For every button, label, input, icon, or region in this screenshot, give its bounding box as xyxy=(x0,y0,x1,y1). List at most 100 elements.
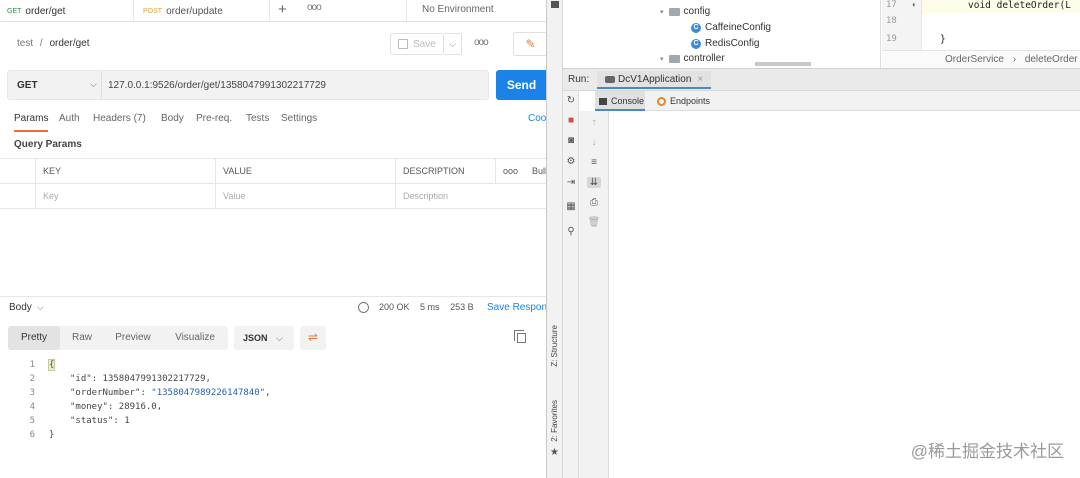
save-dropdown-button[interactable]: ⌵ xyxy=(444,33,462,55)
col-key: KEY xyxy=(35,159,215,184)
param-description-input[interactable]: Description xyxy=(395,184,546,209)
implementation-marker-icon[interactable]: ◐ xyxy=(912,0,917,9)
status-code[interactable]: 200 OK xyxy=(379,302,410,312)
print-icon[interactable]: ⎙ xyxy=(587,197,601,208)
close-icon[interactable]: × xyxy=(697,74,703,85)
tab-console-label: Console xyxy=(611,96,645,106)
tab-headers[interactable]: Headers (7) xyxy=(93,113,146,124)
code-line: "money": 28916.0, xyxy=(70,402,162,412)
tab-more-button[interactable]: ooo xyxy=(307,2,322,13)
response-divider xyxy=(0,296,546,297)
response-time[interactable]: 5 ms xyxy=(420,302,440,312)
tab-body[interactable]: Body xyxy=(161,113,184,124)
json-comma: , xyxy=(205,374,211,384)
editor-gutter: 17 ◐ 18 19 xyxy=(882,0,922,50)
json-number: 1358047991302217729 xyxy=(102,374,206,384)
breadcrumb-collection[interactable]: test xyxy=(17,38,33,49)
tab-auth[interactable]: Auth xyxy=(59,113,80,124)
layout-icon[interactable]: ▦ xyxy=(564,201,578,212)
tab-pre-request[interactable]: Pre-req. xyxy=(196,113,232,124)
spring-app-icon xyxy=(605,75,615,83)
structure-tool-tab[interactable]: Z: Structure xyxy=(550,325,559,367)
bulk-edit-link[interactable]: Bulk Edit xyxy=(525,159,546,184)
new-tab-button[interactable]: + xyxy=(278,1,287,18)
json-key: "status" xyxy=(70,416,114,426)
tab-method-post: POST xyxy=(143,7,163,15)
param-key-input[interactable]: Key xyxy=(35,184,215,209)
expand-arrow-icon: ▾ xyxy=(660,8,664,16)
wrap-icon: ⇌ xyxy=(307,330,319,344)
project-icon[interactable] xyxy=(551,1,559,8)
tab-tests[interactable]: Tests xyxy=(246,113,269,124)
pin-icon[interactable]: ⚲ xyxy=(564,226,578,237)
console-output[interactable] xyxy=(609,111,1080,478)
view-visualize[interactable]: Visualize xyxy=(162,326,228,350)
run-toolbar: ↻ ■ ◙ ⚙ ⇥ ▦ ⚲ xyxy=(563,91,579,478)
folder-icon xyxy=(668,54,680,63)
globe-icon[interactable] xyxy=(358,302,369,313)
soft-wrap-icon[interactable]: ≡ xyxy=(587,157,601,168)
url-input[interactable]: 127.0.0.1:9526/order/get/135804799130221… xyxy=(108,80,326,91)
line-number: 17 xyxy=(886,0,897,10)
settings-icon[interactable]: ⚙ xyxy=(564,156,578,167)
arrow-up-icon[interactable]: ↑ xyxy=(587,117,601,128)
chevron-down-icon: ⌵ xyxy=(90,79,97,89)
edit-button[interactable]: ✎ xyxy=(513,32,546,56)
code-line: } xyxy=(49,430,55,440)
chevron-down-icon: ⌵ xyxy=(276,333,283,343)
postman-window: GET order/get POST order/update + ooo No… xyxy=(0,0,547,478)
json-string: "1358047989226147840" xyxy=(151,388,266,398)
format-value: JSON xyxy=(243,333,268,343)
response-size[interactable]: 253 B xyxy=(450,302,474,312)
request-tab-order-update[interactable]: POST order/update xyxy=(134,0,270,22)
copy-icon[interactable] xyxy=(514,330,526,343)
tree-node-config[interactable]: ▾ config xyxy=(660,6,710,17)
class-icon: C xyxy=(691,22,701,33)
tab-console[interactable]: Console xyxy=(595,91,645,111)
response-body-selector[interactable]: Body ⌵ xyxy=(9,302,44,313)
scroll-to-end-icon[interactable]: ⇊ xyxy=(587,177,601,188)
param-value-input[interactable]: Value xyxy=(215,184,395,209)
tree-node-caffeineconfig[interactable]: C CaffeineConfig xyxy=(691,22,771,33)
login-icon[interactable]: ⇥ xyxy=(564,177,578,188)
view-raw[interactable]: Raw xyxy=(60,326,104,350)
tab-endpoints[interactable]: Endpoints xyxy=(653,91,723,111)
tree-scrollbar[interactable] xyxy=(755,62,811,66)
json-brace: { xyxy=(47,359,56,371)
tab-method-get: GET xyxy=(7,7,22,15)
save-response-button[interactable]: Save Response xyxy=(487,302,546,313)
view-pretty[interactable]: Pretty xyxy=(8,326,60,350)
trash-icon[interactable]: 🗑 xyxy=(587,217,601,228)
json-sep: : xyxy=(91,374,103,384)
endpoints-icon xyxy=(657,97,666,107)
editor-breadcrumbs: OrderService › deleteOrder xyxy=(882,50,1080,68)
more-actions-button[interactable]: ooo xyxy=(474,37,489,48)
run-config-tab[interactable]: DcV1Application × xyxy=(597,71,712,89)
stop-icon[interactable]: ■ xyxy=(564,115,578,126)
view-preview[interactable]: Preview xyxy=(104,326,162,350)
line-number: 18 xyxy=(886,16,897,26)
tree-node-controller[interactable]: ▾ controller xyxy=(660,53,725,64)
params-more-button[interactable]: ooo xyxy=(495,159,525,184)
rerun-icon[interactable]: ↻ xyxy=(564,95,578,106)
environment-selector[interactable]: No Environment xyxy=(406,0,546,22)
line-number: 4 xyxy=(29,402,35,412)
tree-node-redisconfig[interactable]: C RedisConfig xyxy=(691,38,759,49)
breadcrumb-method[interactable]: deleteOrder xyxy=(1025,54,1078,65)
wrap-lines-button[interactable]: ⇌ xyxy=(300,326,326,350)
star-icon[interactable]: ★ xyxy=(550,447,559,458)
favorites-tool-tab[interactable]: 2: Favorites xyxy=(550,400,559,442)
folder-icon xyxy=(668,7,680,16)
camera-icon[interactable]: ◙ xyxy=(564,135,578,146)
tab-settings[interactable]: Settings xyxy=(281,113,317,124)
save-button[interactable]: Save xyxy=(390,33,444,55)
breadcrumb-class[interactable]: OrderService xyxy=(945,54,1004,65)
tab-params[interactable]: Params xyxy=(14,113,48,124)
url-divider xyxy=(101,71,102,99)
cookies-link[interactable]: Cookies xyxy=(528,113,546,124)
request-tab-order-get[interactable]: GET order/get xyxy=(0,0,134,22)
arrow-down-icon[interactable]: ↓ xyxy=(587,137,601,148)
method-select[interactable]: GET xyxy=(17,80,38,91)
format-select[interactable]: JSON ⌵ xyxy=(234,326,294,350)
send-button[interactable]: Send xyxy=(496,70,546,100)
